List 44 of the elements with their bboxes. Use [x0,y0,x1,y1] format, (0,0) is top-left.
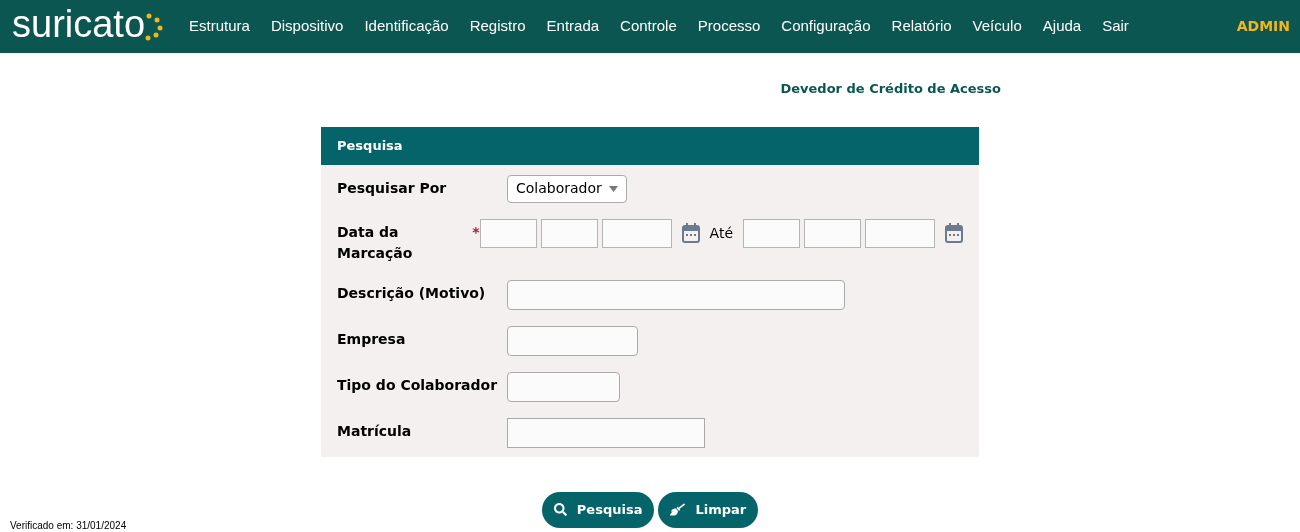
nav-link[interactable]: Estrutura [183,15,256,38]
nav-link[interactable]: Ajuda [1036,15,1088,38]
nav-link[interactable]: Identificação [358,15,455,38]
field-label: Matrícula [337,421,412,441]
text-field[interactable] [507,325,638,356]
nav-link[interactable]: Controle [614,15,683,38]
nav-link[interactable]: Sair [1096,15,1135,38]
dropdown[interactable]: Colaborador [507,174,627,203]
date-field[interactable] [804,218,861,248]
panel-title: Pesquisa [337,136,403,155]
verified-date: Verificado em: 31/01/2024 [10,520,127,531]
nav-link[interactable]: Configuração [775,15,877,38]
date-field[interactable] [601,218,672,248]
date-field[interactable] [540,218,598,248]
required-mark: * [472,222,480,242]
nav-link[interactable]: Dispositivo [264,15,350,38]
text-field[interactable] [507,417,705,448]
broom-icon [670,502,686,517]
field-label: Pesquisar Por [337,178,447,198]
nav-link[interactable]: Veículo [966,15,1028,38]
field-label: Tipo do Colaborador [337,375,498,395]
calendar-icon[interactable] [681,223,700,243]
nav-link[interactable]: Processo [691,15,767,38]
user-name[interactable]: ADMIN [1236,16,1290,37]
caret-icon [609,185,618,192]
clear-button[interactable]: Limpar [658,491,759,528]
field-label: Data da Marcação [337,222,414,263]
logo[interactable]: suricato [12,4,146,49]
date-field[interactable] [479,218,537,248]
search-icon [553,503,567,516]
text-field[interactable] [507,371,620,402]
nav-link[interactable]: Registro [463,15,532,38]
nav-link[interactable]: Relatório [885,15,958,38]
field-label: Empresa [337,329,406,349]
nav-link[interactable]: Entrada [540,15,606,38]
date-field[interactable] [865,218,935,248]
page-title: Devedor de Crédito de Acesso [780,80,1001,98]
date-field[interactable] [743,218,800,248]
calendar-icon[interactable] [945,223,963,243]
text-field[interactable] [507,279,845,310]
until-label: Até [709,223,733,243]
logo-dots-icon [145,12,164,41]
search-button[interactable]: Pesquisa [541,491,655,528]
field-label: Descrição (Motivo) [337,283,486,303]
